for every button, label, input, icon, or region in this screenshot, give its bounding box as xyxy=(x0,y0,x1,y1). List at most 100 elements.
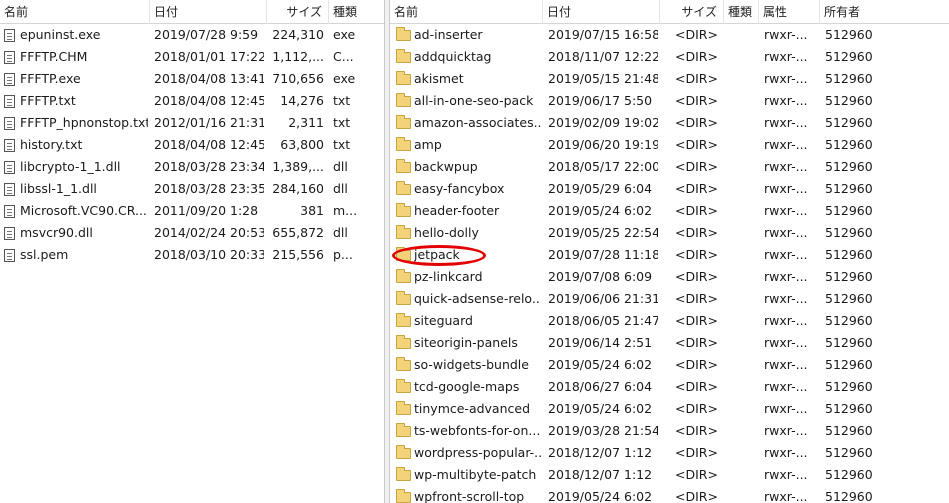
remote-folder-row[interactable]: wp-multibyte-patch 2018/12/07 1:12 <DIR> rw… xyxy=(390,464,949,486)
remote-folder-row[interactable]: tcd-google-maps 2018/06/27 6:04 <DIR> rwxr-… xyxy=(390,376,949,398)
folder-size: <DIR> xyxy=(675,291,718,306)
folder-owner: 512960 xyxy=(825,379,873,394)
folder-name: ad-inserter xyxy=(414,27,483,42)
local-file-row[interactable]: epuninst.exe 2019/07/28 9:59 224,310 exe xyxy=(0,24,384,46)
folder-date: 2019/05/15 21:48 xyxy=(548,71,658,86)
column-header-type[interactable]: 種類 xyxy=(724,0,759,24)
file-name: msvcr90.dll xyxy=(20,225,93,240)
remote-folder-row[interactable]: backwpup 2018/05/17 22:00 <DIR> rwxr-... 512… xyxy=(390,156,949,178)
remote-file-pane[interactable]: 名前 日付 サイズ 種類 属性 所有者 ad-inserter 2019/07/1… xyxy=(389,0,949,503)
remote-folder-row[interactable]: wpfront-scroll-top 2019/05/24 6:02 <DIR> rw… xyxy=(390,486,949,503)
column-header-date[interactable]: 日付 xyxy=(543,0,660,24)
folder-icon xyxy=(396,489,411,503)
remote-folder-row[interactable]: easy-fancybox 2019/05/29 6:04 <DIR> rwxr-..… xyxy=(390,178,949,200)
file-type: exe xyxy=(333,27,356,42)
local-file-row[interactable]: msvcr90.dll 2014/02/24 20:53 655,872 dll xyxy=(0,222,384,244)
local-file-row[interactable]: libcrypto-1_1.dll 2018/03/28 23:34 1,389,.… xyxy=(0,156,384,178)
column-header-attr[interactable]: 属性 xyxy=(759,0,820,24)
remote-folder-row[interactable]: amp 2019/06/20 19:19 <DIR> rwxr-... 512960 xyxy=(390,134,949,156)
local-file-row[interactable]: Microsoft.VC90.CR... 2011/09/20 1:28 381 m.… xyxy=(0,200,384,222)
folder-date: 2019/05/24 6:02 xyxy=(548,203,653,218)
file-date: 2011/09/20 1:28 xyxy=(154,203,259,218)
file-type: txt xyxy=(333,115,351,130)
folder-size: <DIR> xyxy=(675,467,718,482)
remote-folder-row[interactable]: ad-inserter 2019/07/15 16:58 <DIR> rwxr-...… xyxy=(390,24,949,46)
folder-attributes: rwxr-... xyxy=(764,159,808,174)
remote-folder-row[interactable]: quick-adsense-relo... 2019/06/06 21:31 <DI… xyxy=(390,288,949,310)
folder-attributes: rwxr-... xyxy=(764,291,808,306)
folder-owner: 512960 xyxy=(825,269,873,284)
folder-size: <DIR> xyxy=(675,137,718,152)
file-size: 655,872 xyxy=(272,225,324,240)
file-name: FFFTP.exe xyxy=(20,71,81,86)
file-date: 2018/03/28 23:35 xyxy=(154,181,264,196)
folder-size: <DIR> xyxy=(675,269,718,284)
folder-date: 2018/06/05 21:47 xyxy=(548,313,658,328)
remote-folder-row[interactable]: ts-webfonts-for-on... 2019/03/28 21:54 <DI… xyxy=(390,420,949,442)
file-icon xyxy=(4,95,15,108)
folder-icon xyxy=(396,181,411,195)
remote-folder-row[interactable]: tinymce-advanced 2019/05/24 6:02 <DIR> rwxr… xyxy=(390,398,949,420)
folder-owner: 512960 xyxy=(825,335,873,350)
folder-owner: 512960 xyxy=(825,203,873,218)
local-file-row[interactable]: FFFTP.CHM 2018/01/01 17:22 1,112,... C... xyxy=(0,46,384,68)
file-name: FFFTP_hpnonstop.txt xyxy=(20,115,148,130)
local-file-row[interactable]: history.txt 2018/04/08 12:45 63,800 txt xyxy=(0,134,384,156)
folder-size: <DIR> xyxy=(675,313,718,328)
file-type: C... xyxy=(333,49,354,64)
local-file-row[interactable]: libssl-1_1.dll 2018/03/28 23:35 284,160 dll xyxy=(0,178,384,200)
folder-attributes: rwxr-... xyxy=(764,93,808,108)
column-header-name[interactable]: 名前 xyxy=(390,0,543,24)
folder-date: 2019/02/09 19:02 xyxy=(548,115,658,130)
local-file-row[interactable]: FFFTP.exe 2018/04/08 13:41 710,656 exe xyxy=(0,68,384,90)
folder-size: <DIR> xyxy=(675,71,718,86)
file-type: dll xyxy=(333,181,348,196)
file-icon xyxy=(4,227,15,240)
file-icon xyxy=(4,205,15,218)
file-date: 2018/04/08 12:45 xyxy=(154,137,264,152)
remote-folder-row[interactable]: all-in-one-seo-pack 2019/06/17 5:50 <DIR> r… xyxy=(390,90,949,112)
remote-folder-row[interactable]: addquicktag 2018/11/07 12:22 <DIR> rwxr-...… xyxy=(390,46,949,68)
local-file-pane[interactable]: 名前 日付 サイズ 種類 epuninst.exe 2019/07/28 9:59… xyxy=(0,0,385,503)
remote-folder-row[interactable]: siteguard 2018/06/05 21:47 <DIR> rwxr-... 51… xyxy=(390,310,949,332)
remote-folder-row[interactable]: so-widgets-bundle 2019/05/24 6:02 <DIR> rwx… xyxy=(390,354,949,376)
folder-date: 2018/12/07 1:12 xyxy=(548,467,653,482)
folder-attributes: rwxr-... xyxy=(764,357,808,372)
folder-name: addquicktag xyxy=(414,49,492,64)
folder-attributes: rwxr-... xyxy=(764,313,808,328)
folder-date: 2019/07/28 11:18 xyxy=(548,247,658,262)
folder-attributes: rwxr-... xyxy=(764,49,808,64)
remote-folder-row[interactable]: jetpack 2019/07/28 11:18 <DIR> rwxr-... 5129… xyxy=(390,244,949,266)
file-icon xyxy=(4,29,15,42)
folder-icon xyxy=(396,379,411,393)
column-header-type[interactable]: 種類 xyxy=(329,0,384,24)
remote-folder-row[interactable]: amazon-associates... 2019/02/09 19:02 <DIR… xyxy=(390,112,949,134)
file-size: 14,276 xyxy=(280,93,324,108)
folder-icon xyxy=(396,159,411,173)
column-header-size[interactable]: サイズ xyxy=(267,0,329,24)
remote-folder-row[interactable]: header-footer 2019/05/24 6:02 <DIR> rwxr-..… xyxy=(390,200,949,222)
file-size: 284,160 xyxy=(272,181,324,196)
remote-folder-row[interactable]: hello-dolly 2019/05/25 22:54 <DIR> rwxr-...… xyxy=(390,222,949,244)
folder-name: easy-fancybox xyxy=(414,181,505,196)
remote-folder-row[interactable]: pz-linkcard 2019/07/08 6:09 <DIR> rwxr-... 5… xyxy=(390,266,949,288)
remote-folder-row[interactable]: wordpress-popular-... 2018/12/07 1:12 <DIR… xyxy=(390,442,949,464)
remote-folder-row[interactable]: siteorigin-panels 2019/06/14 2:51 <DIR> rwx… xyxy=(390,332,949,354)
local-file-row[interactable]: FFFTP.txt 2018/04/08 12:45 14,276 txt xyxy=(0,90,384,112)
file-name: FFFTP.txt xyxy=(20,93,76,108)
file-date: 2018/03/28 23:34 xyxy=(154,159,264,174)
folder-size: <DIR> xyxy=(675,445,718,460)
column-header-size[interactable]: サイズ xyxy=(660,0,724,24)
local-file-row[interactable]: FFFTP_hpnonstop.txt 2012/01/16 21:31 2,311… xyxy=(0,112,384,134)
folder-name: wp-multibyte-patch xyxy=(414,467,537,482)
remote-folder-row[interactable]: akismet 2019/05/15 21:48 <DIR> rwxr-... 5129… xyxy=(390,68,949,90)
column-header-name[interactable]: 名前 xyxy=(0,0,150,24)
folder-size: <DIR> xyxy=(675,93,718,108)
local-file-row[interactable]: ssl.pem 2018/03/10 20:33 215,556 p... xyxy=(0,244,384,266)
folder-name: wordpress-popular-... xyxy=(414,445,541,460)
file-icon xyxy=(4,183,15,196)
folder-date: 2019/07/15 16:58 xyxy=(548,27,658,42)
column-header-owner[interactable]: 所有者 xyxy=(820,0,949,24)
column-header-date[interactable]: 日付 xyxy=(150,0,267,24)
file-type: dll xyxy=(333,159,348,174)
